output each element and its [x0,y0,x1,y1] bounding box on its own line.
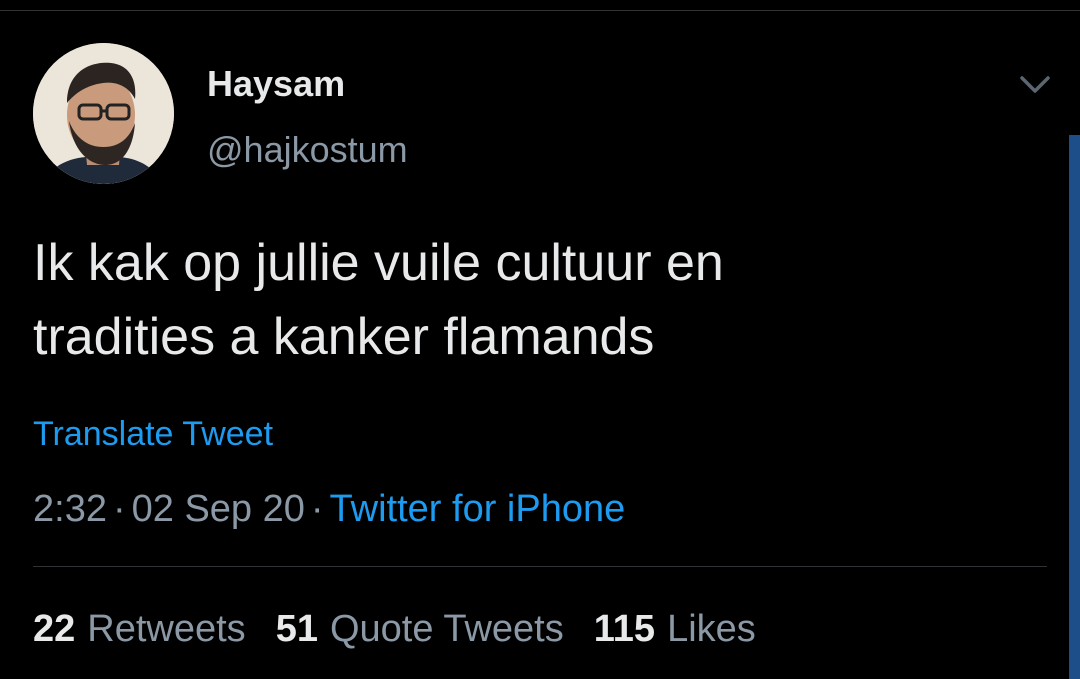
tweet-time: 2:32 [33,488,107,530]
retweets-label: Retweets [87,608,246,650]
tweet-stats: 22 Retweets 51 Quote Tweets 115 Likes [33,606,786,652]
tweet-text-line: tradities a kanker flamands [33,308,655,366]
divider [33,566,1047,567]
avatar[interactable] [33,43,174,184]
retweets-count: 22 [33,608,76,650]
tweet-text-line: Ik kak op jullie vuile cultuur en [33,234,724,292]
translate-tweet-link[interactable]: Translate Tweet [33,412,273,456]
tweet-menu-button[interactable] [1016,68,1054,102]
quote-tweets-label: Quote Tweets [329,608,564,650]
tweet-source-link[interactable]: Twitter for iPhone [330,488,626,530]
profile-photo-icon [33,43,174,184]
chevron-down-icon [1020,76,1050,93]
quote-tweets-count: 51 [275,608,318,650]
meta-separator: · [310,488,324,530]
likes-label: Likes [667,608,756,650]
quote-tweets-stat[interactable]: 51 Quote Tweets [276,606,564,652]
likes-count: 115 [593,608,656,650]
tweet-metadata: 2:32 · 02 Sep 20 · Twitter for iPhone [33,486,625,532]
likes-stat[interactable]: 115 Likes [594,606,756,652]
retweets-stat[interactable]: 22 Retweets [33,606,246,652]
scroll-indicator [1069,135,1080,679]
top-divider [0,10,1080,11]
tweet-date: 02 Sep 20 [131,488,305,530]
author-display-name[interactable]: Haysam [207,62,345,106]
author-handle[interactable]: @hajkostum [207,128,408,172]
meta-separator: · [112,488,126,530]
tweet-text: Ik kak op jullie vuile cultuur en tradit… [33,226,1033,374]
